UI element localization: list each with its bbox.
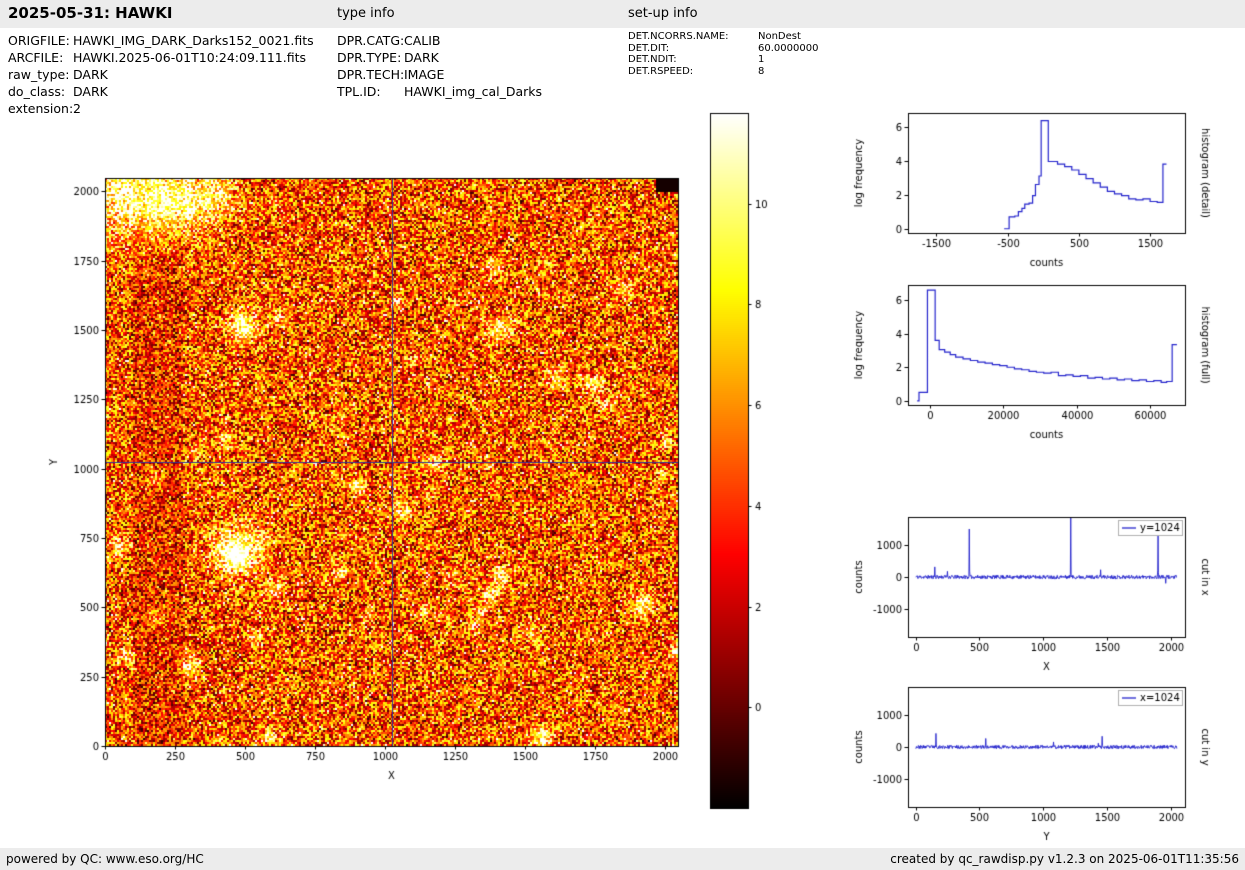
- header-bar: 2025-05-31: HAWKI type info set-up info: [0, 0, 1245, 28]
- field-label: ARCFILE:: [8, 50, 64, 65]
- field-label: DET.RSPEED:: [628, 65, 694, 77]
- field-label: raw_type:: [8, 67, 70, 82]
- field-value: DARK: [73, 67, 108, 82]
- setup-info-row: DET.NDIT: 1: [628, 54, 818, 66]
- type-info-heading: type info: [337, 6, 395, 21]
- setup-info-block: DET.NCORRS.NAME: NonDest DET.DIT: 60.00000…: [628, 31, 818, 77]
- file-info-row: ORIGFILE: HAWKI_IMG_DARK_Darks152_0021.fi…: [8, 33, 314, 50]
- footer-right-text: created by qc_rawdisp.py v1.2.3 on 2025-…: [890, 852, 1239, 866]
- field-label: ORIGFILE:: [8, 33, 70, 48]
- field-value: 60.0000000: [758, 42, 819, 54]
- type-info-row: DPR.TYPE: DARK: [337, 50, 542, 67]
- type-info-row: DPR.CATG:CALIB: [337, 33, 542, 50]
- histogram-detail-figure: [850, 100, 1245, 278]
- footer-bar: powered by QC: www.eso.org/HC created by…: [0, 848, 1245, 870]
- field-value: NonDest: [758, 31, 801, 42]
- field-label: DET.DIT:: [628, 42, 670, 54]
- field-value: DARK: [404, 50, 439, 65]
- footer-left-text: powered by QC: www.eso.org/HC: [6, 852, 204, 866]
- setup-info-row: DET.RSPEED: 8: [628, 66, 818, 78]
- field-value: 1: [758, 54, 765, 65]
- field-value: HAWKI_IMG_DARK_Darks152_0021.fits: [73, 33, 314, 48]
- setup-info-heading: set-up info: [628, 6, 698, 21]
- field-label: DPR.TECH:: [337, 67, 405, 82]
- file-info-row: ARCFILE: HAWKI.2025-06-01T10:24:09.111.fi…: [8, 50, 314, 67]
- field-value: CALIB: [404, 33, 441, 48]
- raw-image-figure: [20, 95, 830, 835]
- setup-info-row: DET.DIT: 60.0000000: [628, 43, 818, 55]
- type-info-block: DPR.CATG:CALIB DPR.TYPE: DARK DPR.TECH:IM…: [337, 33, 542, 101]
- field-value: 8: [758, 65, 765, 77]
- file-info-row: raw_type: DARK: [8, 67, 314, 84]
- field-label: DPR.CATG:: [337, 33, 405, 48]
- field-label: DET.NDIT:: [628, 54, 677, 65]
- histogram-full-figure: [850, 272, 1245, 450]
- cut-in-x-figure: [850, 504, 1245, 682]
- field-value: HAWKI.2025-06-01T10:24:09.111.fits: [73, 50, 306, 65]
- field-value: IMAGE: [404, 67, 445, 82]
- field-label: DET.NCORRS.NAME:: [628, 31, 729, 42]
- setup-info-row: DET.NCORRS.NAME: NonDest: [628, 31, 818, 43]
- page-title: 2025-05-31: HAWKI: [8, 4, 173, 22]
- type-info-row: DPR.TECH:IMAGE: [337, 67, 542, 84]
- cut-in-y-figure: [850, 674, 1245, 852]
- field-label: DPR.TYPE:: [337, 50, 402, 65]
